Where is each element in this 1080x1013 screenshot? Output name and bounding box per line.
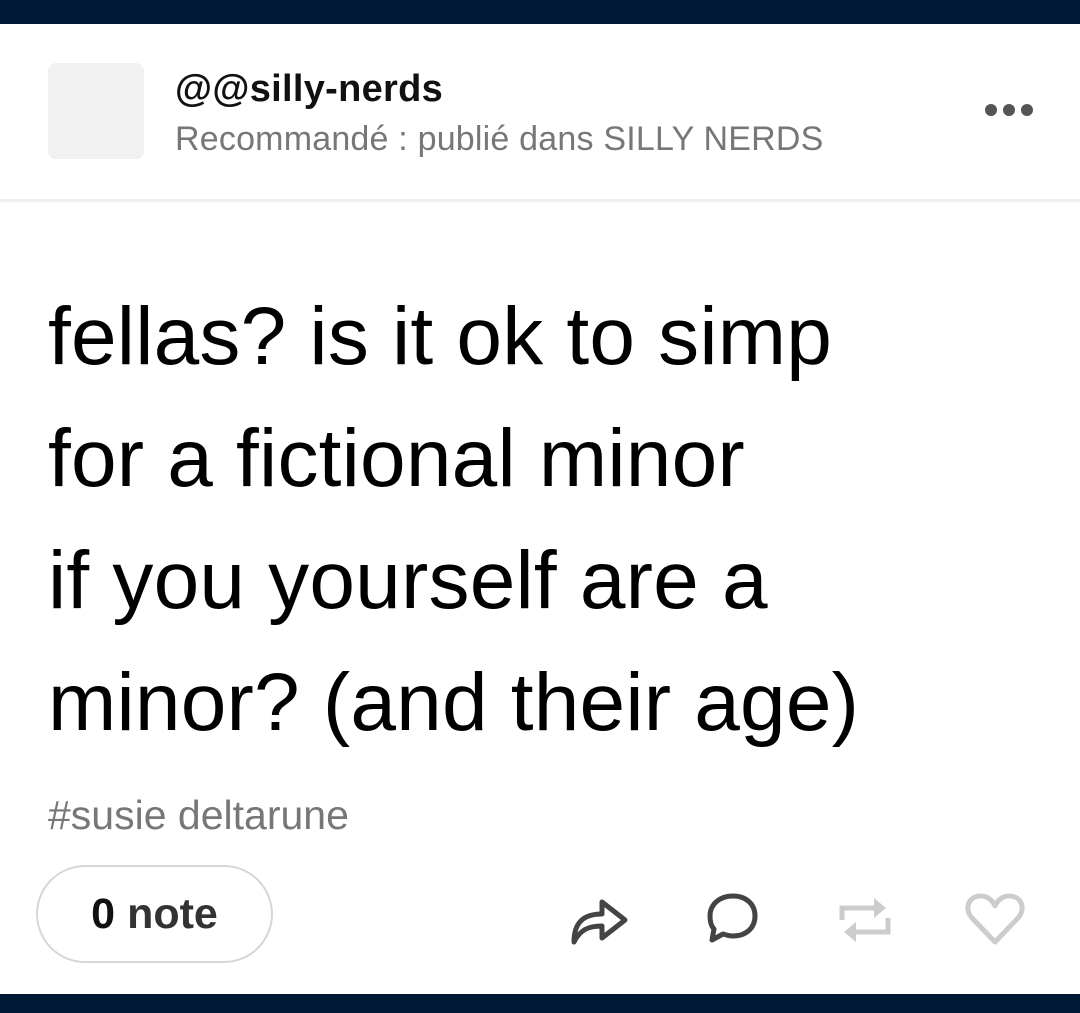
blog-username[interactable]: @@silly-nerds — [175, 68, 443, 111]
avatar[interactable] — [48, 63, 144, 159]
notes-button[interactable]: 0 note — [36, 865, 273, 963]
recommendation-subtitle: Recommandé : publié dans SILLY NERDS — [175, 120, 824, 158]
like-button[interactable] — [964, 890, 1026, 948]
post-card: @@silly-nerds Recommandé : publié dans S… — [0, 24, 1080, 994]
more-options-button[interactable] — [978, 94, 1038, 124]
share-icon — [571, 899, 628, 945]
post-tag[interactable]: #susie deltarune — [48, 792, 349, 839]
like-icon — [965, 893, 1025, 945]
reply-button[interactable] — [702, 890, 764, 948]
notes-count: 0 — [91, 889, 116, 938]
post-header: @@silly-nerds Recommandé : publié dans S… — [0, 24, 1080, 202]
reblog-button[interactable] — [834, 890, 896, 948]
notes-label: note — [127, 889, 218, 938]
reblog-icon — [839, 898, 891, 942]
share-button[interactable] — [568, 890, 630, 948]
reply-icon — [707, 893, 758, 943]
post-body-text: fellas? is it ok to simp for a fictional… — [48, 291, 860, 748]
more-dots-icon — [985, 104, 1033, 116]
